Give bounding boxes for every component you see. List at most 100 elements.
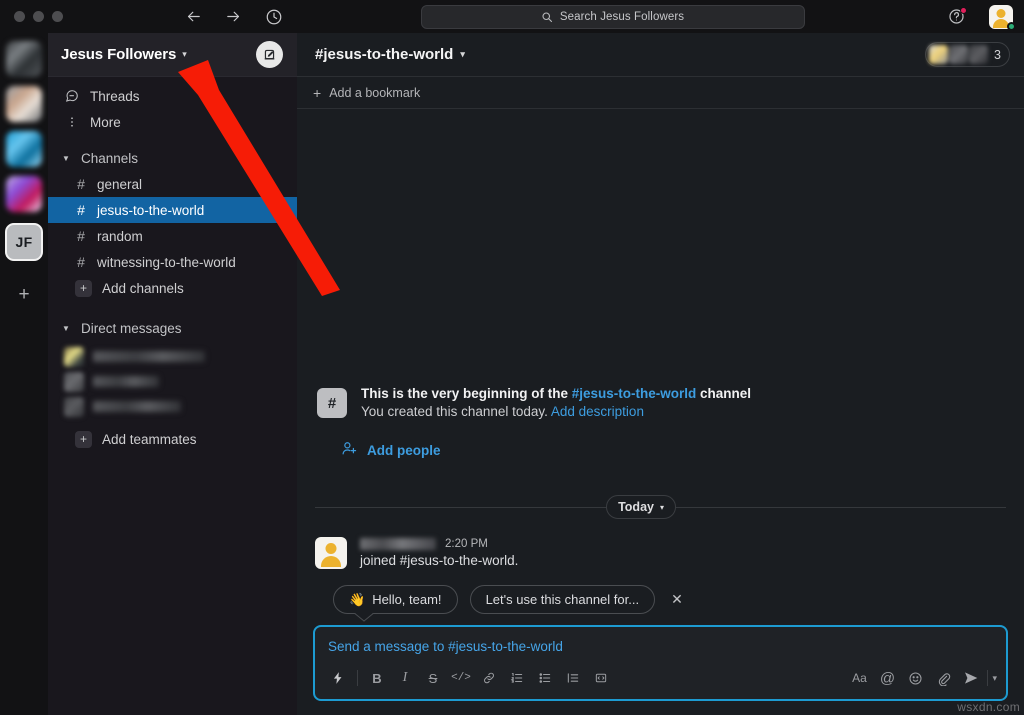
list-item[interactable] <box>64 395 297 418</box>
slack-app-window: Search Jesus Followers JF + Jesus Follow… <box>0 0 1024 715</box>
channel-intro-heading: This is the very beginning of the #jesus… <box>361 386 751 401</box>
channel-intro: # This is the very beginning of the #jes… <box>297 386 1024 419</box>
workspace-name-dropdown[interactable]: Jesus Followers ▾ <box>61 46 187 63</box>
add-channels-label: Add channels <box>102 280 184 296</box>
avatar[interactable] <box>315 537 347 569</box>
close-icon[interactable]: ✕ <box>671 591 683 608</box>
workspace-switcher-item[interactable] <box>6 86 42 122</box>
workspace-switcher-item[interactable] <box>6 176 42 212</box>
strikethrough-icon[interactable]: S <box>419 666 447 690</box>
composer-actions-right: Aa @ ▾ <box>845 666 997 690</box>
channel-title-dropdown[interactable]: #jesus-to-the-world ▾ <box>315 46 465 63</box>
chevron-down-icon: ▼ <box>62 153 70 163</box>
channel-label: witnessing-to-the-world <box>97 254 236 270</box>
list-item[interactable] <box>64 345 297 368</box>
question-mark-icon[interactable] <box>948 7 967 25</box>
maximize-window-button[interactable] <box>52 11 63 22</box>
channel-link[interactable]: #jesus-to-the-world <box>572 386 697 401</box>
code-icon[interactable]: </> <box>447 666 475 690</box>
sidebar: Jesus Followers ▾ Threads More ▼ Channel… <box>48 33 297 715</box>
formatting-aa-icon[interactable]: Aa <box>845 666 873 690</box>
arrow-right-icon[interactable] <box>224 7 243 26</box>
sidebar-item-more[interactable]: More <box>48 109 297 135</box>
chevron-down-icon: ▾ <box>182 49 187 59</box>
workspace-name-label: Jesus Followers <box>61 46 177 63</box>
day-divider-label: Today <box>618 500 654 514</box>
help-button-container <box>934 7 978 25</box>
hash-icon: # <box>77 254 85 270</box>
member-avatars <box>929 45 989 64</box>
link-icon[interactable] <box>475 666 503 690</box>
blockquote-icon[interactable] <box>559 666 587 690</box>
mention-icon[interactable]: @ <box>873 666 901 690</box>
workspace-rail: JF + <box>0 33 48 715</box>
sidebar-item-witnessing-to-the-world[interactable]: # witnessing-to-the-world <box>48 249 297 275</box>
add-people-button[interactable]: Add people <box>341 440 1024 460</box>
channel-header: #jesus-to-the-world ▾ 3 <box>297 33 1024 77</box>
add-teammates-label: Add teammates <box>102 431 197 447</box>
sidebar-item-threads[interactable]: Threads <box>48 83 297 109</box>
italic-icon[interactable]: I <box>391 666 419 690</box>
avatar[interactable] <box>989 4 1016 31</box>
add-channels-button[interactable]: + Add channels <box>48 275 297 301</box>
browser-nav-buttons <box>184 7 283 26</box>
add-bookmark-button[interactable]: Add a bookmark <box>329 86 420 100</box>
dm-name-redacted <box>93 376 159 387</box>
list-item[interactable] <box>64 370 297 393</box>
avatar-head <box>996 8 1006 18</box>
add-workspace-button[interactable]: + <box>11 282 37 308</box>
day-divider-button[interactable]: Today ▾ <box>606 495 676 519</box>
search-input[interactable]: Search Jesus Followers <box>420 4 805 29</box>
chevron-down-icon: ▾ <box>460 49 465 59</box>
avatar <box>969 45 989 64</box>
channel-name-label: #jesus-to-the-world <box>315 46 454 63</box>
add-description-link[interactable]: Add description <box>551 404 644 419</box>
app-body: JF + Jesus Followers ▾ Threads More ▼ Ch… <box>0 33 1024 715</box>
chevron-down-icon: ▾ <box>659 502 664 512</box>
add-teammates-button[interactable]: + Add teammates <box>64 426 297 452</box>
hash-icon: # <box>77 228 85 244</box>
message-timestamp: 2:20 PM <box>445 538 488 550</box>
compose-pencil-icon[interactable] <box>256 41 283 68</box>
channels-section-header[interactable]: ▼ Channels <box>48 145 297 171</box>
code-block-icon[interactable] <box>587 666 615 690</box>
send-options-chevron-icon[interactable]: ▾ <box>990 673 997 684</box>
message-list[interactable]: # This is the very beginning of the #jes… <box>297 109 1024 616</box>
sidebar-item-general[interactable]: # general <box>48 171 297 197</box>
plus-icon: + <box>313 84 322 101</box>
message-input[interactable]: Send a message to #jesus-to-the-world <box>315 627 1006 664</box>
channel-label: jesus-to-the-world <box>97 202 205 218</box>
hash-icon: # <box>77 202 85 218</box>
window-traffic-lights[interactable] <box>0 11 100 22</box>
chevron-down-icon: ▼ <box>62 323 70 333</box>
sidebar-item-jesus-to-the-world[interactable]: # jesus-to-the-world <box>48 197 297 223</box>
minimize-window-button[interactable] <box>33 11 44 22</box>
bold-icon[interactable]: B <box>363 666 391 690</box>
send-icon[interactable] <box>957 666 985 690</box>
emoji-icon[interactable] <box>901 666 929 690</box>
member-count-button[interactable]: 3 <box>925 42 1010 67</box>
workspace-switcher-item[interactable] <box>6 41 42 77</box>
bulleted-list-icon[interactable] <box>531 666 559 690</box>
close-window-button[interactable] <box>14 11 25 22</box>
suggestion-chip-label: Let's use this channel for... <box>485 592 640 607</box>
attachment-icon[interactable] <box>929 666 957 690</box>
suggestion-chip-hello[interactable]: 👋 Hello, team! <box>333 585 458 614</box>
channel-intro-subtext: You created this channel today. Add desc… <box>361 404 751 419</box>
notification-badge-dot <box>959 7 967 14</box>
arrow-left-icon[interactable] <box>184 7 203 26</box>
wave-emoji-icon: 👋 <box>349 591 366 607</box>
ordered-list-icon[interactable] <box>503 666 531 690</box>
direct-messages-section-header[interactable]: ▼ Direct messages <box>48 315 297 341</box>
shortcuts-lightning-icon[interactable] <box>324 666 352 690</box>
sidebar-item-label: Threads <box>90 88 140 104</box>
message-composer[interactable]: Send a message to #jesus-to-the-world B … <box>313 625 1008 701</box>
suggestion-chip-label: Hello, team! <box>372 592 442 607</box>
clock-icon[interactable] <box>264 7 283 26</box>
sidebar-item-random[interactable]: # random <box>48 223 297 249</box>
dm-name-redacted <box>93 351 205 362</box>
workspace-switcher-item-active[interactable]: JF <box>5 223 43 261</box>
workspace-switcher-item[interactable] <box>6 131 42 167</box>
channel-label: general <box>97 176 143 192</box>
suggestion-chip-channel-purpose[interactable]: Let's use this channel for... <box>469 585 656 614</box>
